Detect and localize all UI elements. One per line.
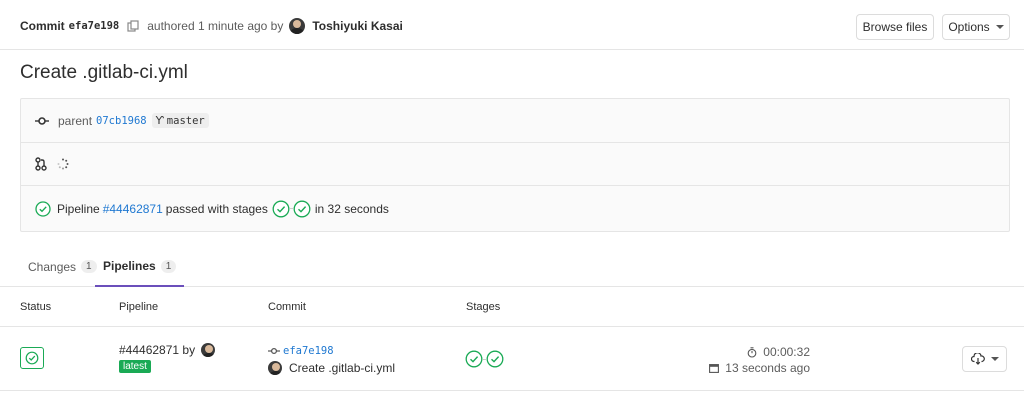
branch-name: master [166, 114, 205, 127]
column-header-stages: Stages [466, 301, 501, 313]
pipeline-middle: passed with stages [165, 201, 268, 216]
latest-badge: latest [119, 360, 151, 373]
tab-pipelines[interactable]: Pipelines 1 [95, 247, 185, 287]
pipeline-stages [272, 200, 311, 218]
commit-sha-cell: efa7e198 [268, 345, 334, 357]
spinner-icon [57, 158, 69, 170]
commit-message-link[interactable]: Create .gitlab-ci.yml [289, 361, 395, 375]
options-dropdown-button[interactable]: Options [942, 14, 1010, 40]
browse-files-label: Browse files [862, 20, 928, 34]
author-name[interactable]: Toshiyuki Kasai [312, 19, 402, 33]
authored-text: authored 1 minute ago by [147, 19, 284, 33]
commit-sha-link[interactable]: efa7e198 [283, 345, 334, 357]
merge-request-icon [35, 157, 47, 171]
pipeline-status-text: Pipeline #44462871 passed with stages [57, 202, 268, 216]
table-row: #44462871 by latest efa7e198 Create .git… [0, 327, 1024, 391]
pipeline-prefix: Pipeline [57, 201, 100, 216]
commit-meta: Commit efa7e198 authored 1 minute ago by… [20, 18, 403, 34]
page-title: Create .gitlab-ci.yml [20, 62, 188, 83]
stage-success-icon[interactable] [465, 350, 483, 368]
pipeline-link[interactable]: #44462871 [103, 202, 163, 216]
commit-info-panel: parent 07cb1968 Ƴ master Pipeline #444628… [20, 98, 1010, 232]
status-passed-badge[interactable] [20, 347, 44, 369]
finished-value: 13 seconds ago [725, 361, 810, 375]
commit-tabs: Changes 1 Pipelines 1 [0, 247, 1024, 287]
copy-icon[interactable] [127, 20, 139, 32]
commit-icon [35, 116, 49, 126]
stage-success-icon[interactable] [293, 200, 311, 218]
chevron-down-icon [990, 357, 999, 361]
download-artifacts-button[interactable] [962, 346, 1007, 372]
commit-header: Commit efa7e198 authored 1 minute ago by… [0, 0, 1024, 50]
finished-at: 13 seconds ago [709, 361, 810, 375]
chevron-down-icon [995, 25, 1004, 29]
merge-request-row [21, 143, 1009, 186]
pipeline-id: #44462871 by [119, 343, 216, 357]
column-header-status: Status [20, 301, 52, 313]
branch-tag[interactable]: Ƴ master [151, 113, 209, 128]
stage-success-icon[interactable] [272, 200, 290, 218]
column-header-pipeline: Pipeline [119, 301, 159, 313]
tab-changes[interactable]: Changes 1 [20, 247, 105, 286]
count-badge: 1 [160, 259, 177, 273]
tab-label: Pipelines [103, 259, 156, 273]
browse-files-button[interactable]: Browse files [856, 14, 934, 40]
parent-row: parent 07cb1968 Ƴ master [21, 99, 1009, 143]
download-icon [970, 353, 985, 365]
author-avatar[interactable] [289, 18, 306, 34]
avatar[interactable] [268, 361, 282, 375]
commit-sha: efa7e198 [68, 20, 120, 32]
parent-sha-link[interactable]: 07cb1968 [96, 115, 147, 127]
tab-label: Changes [28, 259, 77, 274]
stages-cell [465, 350, 504, 368]
commit-message-cell: Create .gitlab-ci.yml [268, 361, 395, 375]
commit-icon [268, 347, 283, 355]
pipeline-duration-text: in 32 seconds [314, 201, 389, 216]
avatar[interactable] [201, 343, 216, 357]
branch-icon: Ƴ [155, 114, 164, 127]
calendar-icon [709, 363, 725, 373]
pipeline-id-link[interactable]: #44462871 [119, 343, 179, 357]
column-header-commit: Commit [268, 301, 306, 313]
pipeline-by: by [182, 343, 196, 357]
options-label: Options [948, 20, 990, 34]
commit-label: Commit [20, 19, 65, 33]
status-success-icon[interactable] [35, 200, 51, 217]
duration: 00:00:32 [747, 345, 810, 359]
pipelines-table-header: Status Pipeline Commit Stages [0, 287, 1024, 327]
timer-icon [747, 346, 763, 358]
stage-success-icon[interactable] [486, 350, 504, 368]
pipeline-row: Pipeline #44462871 passed with stages in 3… [21, 186, 1009, 231]
parent-label: parent [58, 113, 93, 128]
duration-value: 00:00:32 [763, 345, 810, 359]
